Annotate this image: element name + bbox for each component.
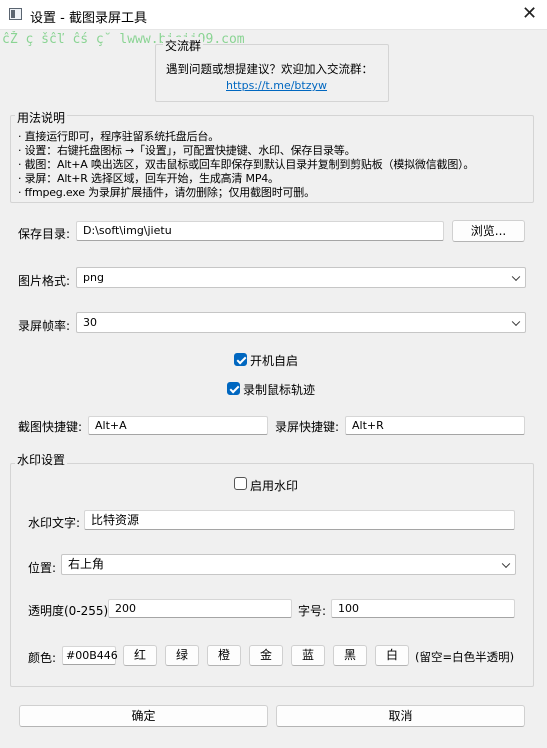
chevron-down-icon [511,317,521,326]
save-dir-input[interactable]: D:\soft\img\jietu [76,221,444,241]
position-select[interactable]: 右上角 [61,554,516,575]
opacity-input[interactable]: 200 [108,599,292,618]
browse-button[interactable]: 浏览... [452,220,525,242]
close-button[interactable]: ✕ [512,0,547,30]
fps-value: 30 [83,316,97,329]
position-value: 右上角 [68,557,105,571]
screenshot-hotkey-label: 截图快捷键: [18,420,83,434]
color-blue-button[interactable]: 蓝 [291,645,325,666]
record-cursor-checkbox[interactable] [227,382,240,395]
autostart-checkbox[interactable] [234,353,247,366]
watermark-settings-title: 水印设置 [15,451,68,468]
format-select[interactable]: png [76,267,526,288]
chevron-down-icon [511,272,521,281]
save-dir-label: 保存目录: [18,227,71,241]
group-chat-link[interactable]: https://t.me/btzyw [226,79,327,92]
fps-select[interactable]: 30 [76,312,526,333]
font-size-input[interactable]: 100 [331,599,515,618]
enable-watermark-label[interactable]: 启用水印 [250,477,298,494]
ok-button[interactable]: 确定 [19,705,268,727]
position-label: 位置: [28,561,57,575]
watermark-text-input[interactable]: 比特资源 [84,510,515,530]
color-orange-button[interactable]: 橙 [207,645,241,666]
color-black-button[interactable]: 黑 [333,645,367,666]
window-title: 设置 - 截图录屏工具 [30,11,147,26]
close-icon: ✕ [521,3,538,24]
color-label: 颜色: [28,651,57,665]
fps-label: 录屏帧率: [18,319,71,333]
watermark-text-label: 水印文字: [28,516,81,530]
color-note: (留空=白色半透明) [415,650,515,664]
usage-title: 用法说明 [15,109,68,126]
opacity-label: 透明度(0-255): [28,604,113,618]
color-white-button[interactable]: 白 [375,645,409,666]
format-value: png [83,271,104,284]
group-chat-prompt: 遇到问题或想提建议？欢迎加入交流群： [166,62,373,76]
color-red-button[interactable]: 红 [123,645,157,666]
chevron-down-icon [501,559,511,568]
cancel-button[interactable]: 取消 [276,705,525,727]
record-hotkey-input[interactable]: Alt+R [345,416,525,435]
enable-watermark-checkbox[interactable] [234,477,247,490]
autostart-label[interactable]: 开机自启 [250,352,298,369]
font-size-label: 字号: [298,604,327,618]
group-chat-title: 交流群 [163,37,204,54]
record-hotkey-label: 录屏快捷键: [275,420,340,434]
color-green-button[interactable]: 绿 [165,645,199,666]
app-icon [9,8,22,20]
format-label: 图片格式: [18,274,71,288]
color-input[interactable]: #00B446 [62,646,118,665]
screenshot-hotkey-input[interactable]: Alt+A [88,416,268,435]
usage-line: · ffmpeg.exe 为录屏扩展插件，请勿删除；仅用截图时可删。 [18,186,315,199]
record-cursor-label[interactable]: 录制鼠标轨迹 [243,381,315,398]
color-gold-button[interactable]: 金 [249,645,283,666]
